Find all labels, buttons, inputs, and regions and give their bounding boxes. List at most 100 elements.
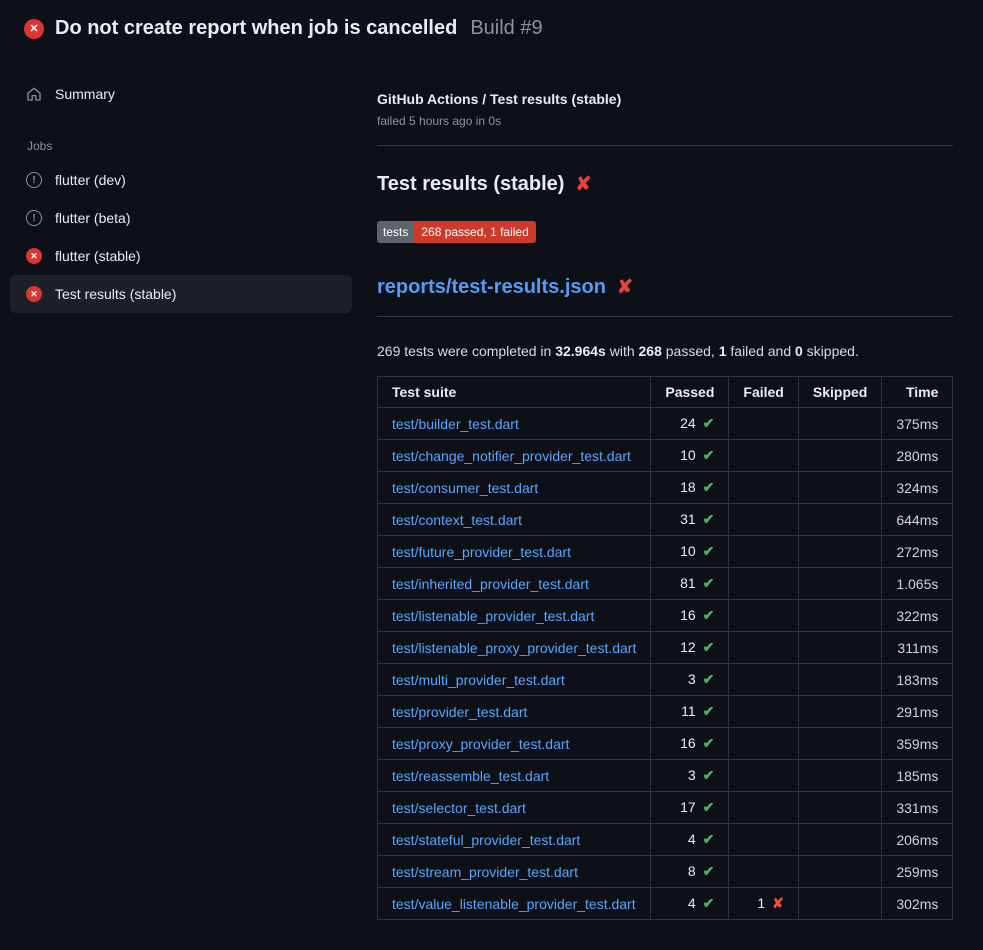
check-icon: ✔ (703, 863, 715, 879)
summary-line: 269 tests were completed in 32.964s with… (377, 343, 953, 359)
time-cell: 311ms (882, 632, 953, 664)
test-suite-link[interactable]: test/builder_test.dart (392, 416, 519, 432)
cross-icon: ✘ (772, 895, 784, 911)
suite-cell: test/value_listenable_provider_test.dart (378, 888, 651, 920)
failed-cell: 1✘ (729, 888, 798, 920)
table-row: test/provider_test.dart11✔291ms (378, 696, 953, 728)
test-suite-link[interactable]: test/stateful_provider_test.dart (392, 832, 580, 848)
main-content: GitHub Actions / Test results (stable) f… (372, 53, 983, 920)
skipped-cell (798, 760, 881, 792)
test-suite-link[interactable]: test/provider_test.dart (392, 704, 527, 720)
skipped-cell (798, 728, 881, 760)
col-passed: Passed (651, 377, 729, 408)
passed-cell: 81✔ (651, 568, 729, 600)
sidebar-item-label: flutter (stable) (55, 248, 141, 264)
table-row: test/future_provider_test.dart10✔272ms (378, 536, 953, 568)
sidebar-item-flutter-stable[interactable]: ✕ flutter (stable) (10, 237, 352, 275)
time-cell: 331ms (882, 792, 953, 824)
test-suite-link[interactable]: test/future_provider_test.dart (392, 544, 571, 560)
table-header-row: Test suite Passed Failed Skipped Time (378, 377, 953, 408)
failed-cell (729, 632, 798, 664)
test-suite-link[interactable]: test/change_notifier_provider_test.dart (392, 448, 631, 464)
failed-cell (729, 536, 798, 568)
suite-cell: test/stream_provider_test.dart (378, 856, 651, 888)
check-icon: ✔ (703, 735, 715, 751)
run-status: failed 5 hours ago in 0s (377, 114, 953, 128)
report-link[interactable]: reports/test-results.json (377, 276, 606, 299)
test-table-body: test/builder_test.dart24✔375mstest/chang… (378, 408, 953, 920)
check-icon: ✔ (703, 799, 715, 815)
test-suite-link[interactable]: test/selector_test.dart (392, 800, 526, 816)
passed-cell: 18✔ (651, 472, 729, 504)
time-cell: 322ms (882, 600, 953, 632)
col-skipped: Skipped (798, 377, 881, 408)
skipped-cell (798, 600, 881, 632)
app-header: ✕ Do not create report when job is cance… (0, 0, 983, 53)
table-row: test/stateful_provider_test.dart4✔206ms (378, 824, 953, 856)
check-icon: ✔ (703, 671, 715, 687)
failed-cell (729, 856, 798, 888)
failed-cell (729, 472, 798, 504)
skipped-cell (798, 664, 881, 696)
test-suite-link[interactable]: test/consumer_test.dart (392, 480, 538, 496)
passed-cell: 16✔ (651, 600, 729, 632)
skipped-cell (798, 856, 881, 888)
test-suite-link[interactable]: test/listenable_provider_test.dart (392, 608, 594, 624)
results-table: Test suite Passed Failed Skipped Time te… (377, 376, 953, 920)
skipped-cell (798, 568, 881, 600)
skipped-cell (798, 504, 881, 536)
sidebar-item-summary[interactable]: Summary (10, 75, 352, 113)
passed-cell: 8✔ (651, 856, 729, 888)
table-row: test/consumer_test.dart18✔324ms (378, 472, 953, 504)
table-row: test/change_notifier_provider_test.dart 1… (378, 440, 953, 472)
neutral-status-icon: ! (26, 172, 42, 188)
neutral-status-icon: ! (26, 210, 42, 226)
test-suite-link[interactable]: test/stream_provider_test.dart (392, 864, 578, 880)
failed-cell (729, 568, 798, 600)
breadcrumb: GitHub Actions / Test results (stable) (377, 91, 953, 107)
time-cell: 302ms (882, 888, 953, 920)
suite-cell: test/listenable_provider_test.dart (378, 600, 651, 632)
table-row: test/context_test.dart31✔644ms (378, 504, 953, 536)
test-suite-link[interactable]: test/listenable_proxy_provider_test.dart (392, 640, 636, 656)
sidebar-item-flutter-beta[interactable]: ! flutter (beta) (10, 199, 352, 237)
test-suite-link[interactable]: test/multi_provider_test.dart (392, 672, 565, 688)
table-row: test/value_listenable_provider_test.dart… (378, 888, 953, 920)
table-row: test/proxy_provider_test.dart16✔359ms (378, 728, 953, 760)
check-icon: ✔ (703, 607, 715, 623)
badge-value: 268 passed, 1 failed (414, 221, 535, 243)
passed-cell: 17✔ (651, 792, 729, 824)
section-title: Test results (stable) (377, 173, 564, 196)
passed-cell: 4✔ (651, 888, 729, 920)
sidebar-item-label: Summary (55, 86, 115, 102)
table-row: test/multi_provider_test.dart3✔183ms (378, 664, 953, 696)
failed-status-icon: ✕ (24, 19, 44, 39)
failed-cell (729, 728, 798, 760)
test-suite-link[interactable]: test/reassemble_test.dart (392, 768, 549, 784)
suite-cell: test/stateful_provider_test.dart (378, 824, 651, 856)
divider (377, 145, 953, 146)
skipped-cell (798, 696, 881, 728)
passed-cell: 3✔ (651, 664, 729, 696)
test-suite-link[interactable]: test/proxy_provider_test.dart (392, 736, 569, 752)
time-cell: 1.065s (882, 568, 953, 600)
passed-cell: 10✔ (651, 440, 729, 472)
test-suite-link[interactable]: test/context_test.dart (392, 512, 522, 528)
suite-cell: test/proxy_provider_test.dart (378, 728, 651, 760)
suite-cell: test/change_notifier_provider_test.dart (378, 440, 651, 472)
col-time: Time (882, 377, 953, 408)
suite-cell: test/multi_provider_test.dart (378, 664, 651, 696)
test-suite-link[interactable]: test/value_listenable_provider_test.dart (392, 896, 636, 912)
page-title: Do not create report when job is cancell… (55, 17, 457, 40)
skipped-cell (798, 536, 881, 568)
check-icon: ✔ (703, 895, 715, 911)
sidebar-item-flutter-dev[interactable]: ! flutter (dev) (10, 161, 352, 199)
test-suite-link[interactable]: test/inherited_provider_test.dart (392, 576, 589, 592)
sidebar-item-test-results-stable[interactable]: ✕ Test results (stable) (10, 275, 352, 313)
table-row: test/inherited_provider_test.dart 81✔ 1.06… (378, 568, 953, 600)
table-row: test/listenable_provider_test.dart 16✔ 322… (378, 600, 953, 632)
suite-cell: test/context_test.dart (378, 504, 651, 536)
failed-cell (729, 696, 798, 728)
passed-cell: 12✔ (651, 632, 729, 664)
skipped-cell (798, 408, 881, 440)
